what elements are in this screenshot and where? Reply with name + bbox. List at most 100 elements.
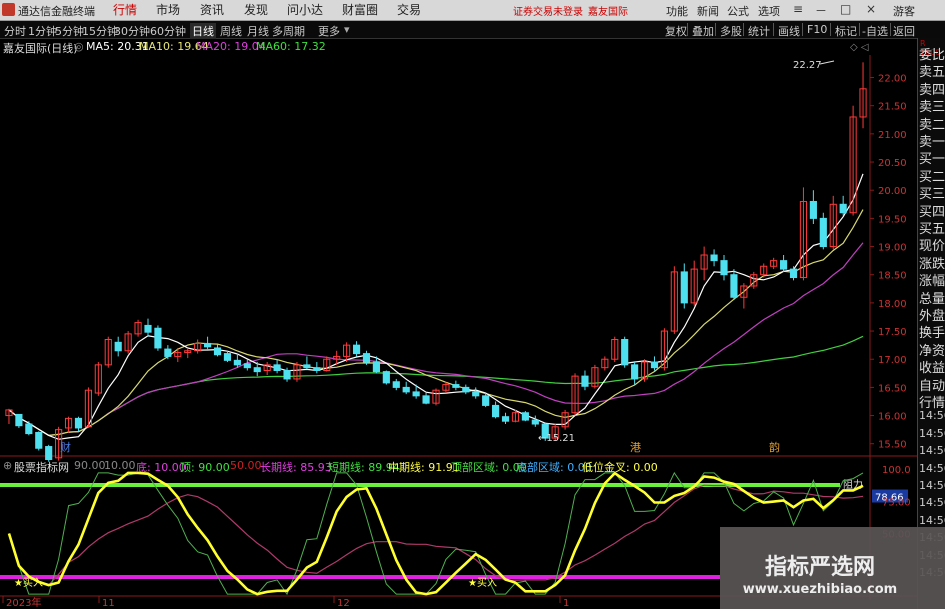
kline-chart[interactable]: 22.00 21.50 21.00 20.50 20.00 19.50 19.00 18.50… <box>0 0 917 609</box>
candle-body <box>482 395 490 406</box>
candle-body <box>710 254 718 262</box>
candle-body <box>154 327 162 349</box>
candle-body <box>114 341 122 352</box>
candle-body <box>680 271 688 304</box>
indicator-bottom: 底: 10.00 <box>136 461 186 474</box>
sidebar-item[interactable]: 14:56 <box>919 444 945 457</box>
sidebar-item[interactable]: 卖五 <box>919 61 945 80</box>
candle-body <box>492 404 500 418</box>
price-tick-label: 17.50 <box>878 327 907 338</box>
indicator-param: 90.00 <box>74 459 106 472</box>
candle-body <box>243 363 251 369</box>
indicator-mid-line: 中期线: 91.91 <box>388 461 460 474</box>
candle-body <box>819 217 827 248</box>
high-price-arrow <box>819 60 835 65</box>
sidebar-item[interactable]: 涨幅 <box>919 270 945 289</box>
candle-body <box>273 364 281 371</box>
sidebar-item[interactable]: 14:56 <box>919 409 945 422</box>
candle-body <box>531 419 539 425</box>
candle-body <box>204 342 212 348</box>
candle-body <box>253 367 261 373</box>
price-tick-label: 21.00 <box>878 130 907 141</box>
sidebar-item[interactable]: 卖一 <box>919 131 945 150</box>
candle-body <box>74 417 83 429</box>
price-tick-label: 20.50 <box>878 158 907 169</box>
candle-body <box>362 353 371 363</box>
date-tick-label: 1 <box>563 598 569 609</box>
sidebar-item[interactable]: 卖四 <box>919 79 945 98</box>
candle-body <box>650 361 659 369</box>
sidebar-item[interactable]: 换手 <box>919 322 945 341</box>
price-tick-label: 19.50 <box>878 214 907 225</box>
candle-body <box>839 203 847 214</box>
watermark-title: 指标严选网 <box>764 555 875 580</box>
candle-body <box>45 446 53 461</box>
buy-marker: ★买入 <box>14 577 43 589</box>
candle-body <box>164 348 172 357</box>
date-tick-label: 2023年 <box>6 596 41 609</box>
sidebar-item[interactable]: 买五 <box>919 218 945 237</box>
candle-body <box>382 371 390 384</box>
sidebar-item[interactable]: 14:56 <box>919 514 945 527</box>
sidebar-item[interactable]: 买一 <box>919 148 945 167</box>
candle-body <box>213 347 222 356</box>
sidebar-item[interactable]: 买二 <box>919 166 945 185</box>
buy-marker: ★买入 <box>468 577 497 589</box>
sidebar-item[interactable]: 现价 <box>919 235 945 254</box>
candle-body <box>720 260 728 276</box>
sidebar-item[interactable]: 14:56 <box>919 427 945 440</box>
indicator-bottom-zone: 底部区域: 0.00 <box>516 461 592 474</box>
event-marker: 港 <box>630 441 641 454</box>
sidebar-item[interactable]: 收益 <box>919 357 945 376</box>
candle-body <box>789 268 798 279</box>
sidebar-item[interactable]: 行情 <box>919 392 945 411</box>
price-tick-label: 18.50 <box>878 271 907 282</box>
sidebar-item[interactable]: 净资 <box>919 340 945 359</box>
chart-nav-icon: ◇ ◁ <box>850 42 869 53</box>
candle-body <box>809 200 817 219</box>
sidebar-item[interactable]: 买四 <box>919 201 945 220</box>
candle-body <box>352 344 361 355</box>
price-tick-label: 19.00 <box>878 243 907 254</box>
candle-body <box>233 359 241 366</box>
sidebar-item[interactable]: 14:56 <box>919 462 945 475</box>
sidebar-item[interactable]: 买三 <box>919 183 945 202</box>
candle-body <box>452 384 460 388</box>
indicator-axis-label: 100.0 <box>882 465 911 476</box>
candle-body <box>472 391 480 397</box>
event-marker: 韵 <box>769 440 780 454</box>
sidebar-item[interactable]: 自动 <box>919 375 945 394</box>
low-price-label: ←15.21 <box>538 433 575 444</box>
candle-body <box>35 431 43 449</box>
price-tick-label: 16.50 <box>878 383 907 394</box>
indicator-toggle-icon[interactable]: ⊕ <box>3 459 12 472</box>
candle-body <box>501 416 510 422</box>
indicator-long-line: 长期线: 85.93 <box>260 461 332 474</box>
indicator-param: 10.00 <box>104 459 136 472</box>
watermark: 指标严选网 www.xuezhibiao.com <box>720 527 945 609</box>
quote-sidebar: R 1000 委比 卖五 卖四 卖三 卖二 卖一 买一 买二 买三 买四 买五 现价 涨跌 涨幅 总量 外盘换… <box>917 38 945 609</box>
price-tick-label: 18.00 <box>878 299 907 310</box>
candle-body <box>422 395 430 404</box>
sidebar-item[interactable]: 外盘 <box>919 305 945 324</box>
price-tick-label: 17.00 <box>878 355 907 366</box>
candle-body <box>392 381 400 388</box>
candle-body <box>412 391 420 397</box>
date-tick-label: 11 <box>102 598 115 609</box>
sidebar-item[interactable]: 14:56 <box>919 479 945 492</box>
sidebar-item[interactable]: 卖三 <box>919 96 945 115</box>
candle-body <box>303 364 311 369</box>
sidebar-item[interactable]: 委比 <box>919 44 945 63</box>
sidebar-item[interactable]: 涨跌 <box>919 253 945 272</box>
candle-body <box>521 412 529 421</box>
high-price-label: 22.27 <box>793 60 822 71</box>
indicator-axis-label: 75.00 <box>882 497 911 508</box>
price-tick-label: 20.00 <box>878 186 907 197</box>
indicator-mid: 50.00 <box>230 459 262 472</box>
candle-body <box>402 386 410 393</box>
sidebar-item[interactable]: 卖二 <box>919 114 945 133</box>
candle-body <box>462 386 470 393</box>
sidebar-item[interactable]: 总量 <box>919 288 945 307</box>
candle-body <box>25 423 33 435</box>
sidebar-item[interactable]: 14:56 <box>919 496 945 509</box>
